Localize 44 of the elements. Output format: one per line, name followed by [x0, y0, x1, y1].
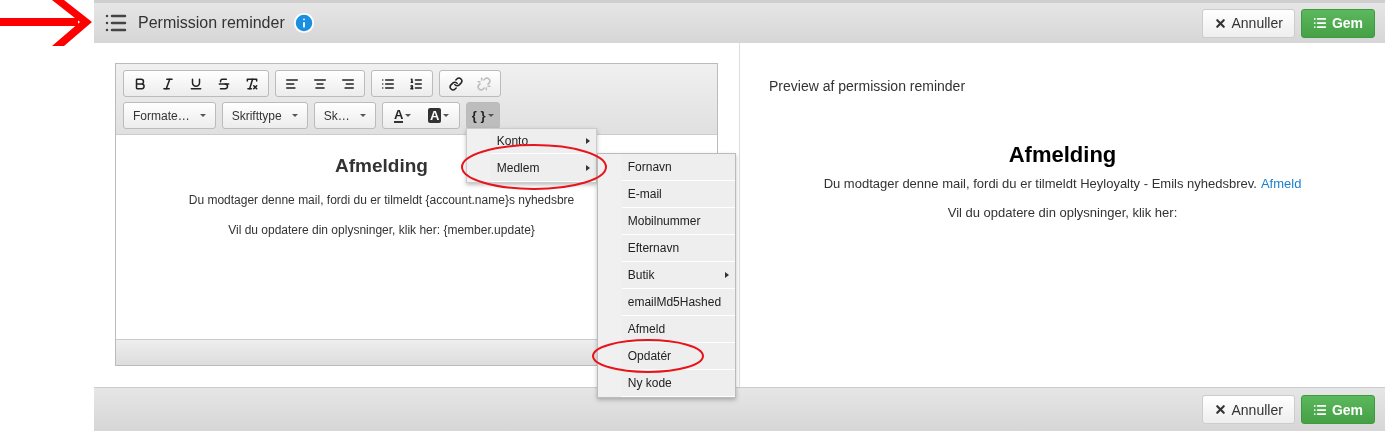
align-right-icon: [341, 76, 355, 91]
list-icon: [1312, 16, 1327, 30]
menu-item[interactable]: Medlem: [490, 154, 596, 182]
background-color-button[interactable]: A: [420, 103, 457, 128]
clear-format-icon: [245, 76, 259, 91]
menu-item[interactable]: Konto: [490, 129, 596, 154]
cancel-button[interactable]: Annuller: [1201, 395, 1295, 424]
close-icon: [1213, 16, 1227, 30]
unsubscribe-link[interactable]: Afmeld: [1260, 176, 1302, 191]
bullet-list-icon: [381, 76, 395, 91]
preview-paragraph: Du modtager denne mail, fordi du er tilmeldt Heyloyalty - Emils nyhedsbrev.: [823, 176, 1257, 191]
info-icon[interactable]: [292, 12, 315, 34]
align-center-icon: [313, 76, 327, 91]
menu-item[interactable]: Butik: [621, 262, 735, 289]
menu-item[interactable]: E-mail: [621, 181, 735, 208]
toolbar-dropdown[interactable]: Formate…: [123, 102, 216, 129]
page-title: Permission reminder: [138, 14, 285, 32]
preview-heading: Afmelding: [1007, 142, 1118, 168]
numbered-list-icon: [409, 76, 423, 91]
unlink-icon: [477, 76, 491, 91]
toolbar-dropdown[interactable]: Sk…: [313, 102, 376, 129]
email-paragraph: Vil du opdatere din oplysninger, klik her: {member.update}: [228, 223, 535, 237]
bold-icon: [133, 76, 147, 91]
email-heading: Afmelding: [335, 155, 428, 177]
toolbar-dropdown[interactable]: Skrifttype: [221, 102, 308, 129]
close-icon: [1213, 403, 1227, 416]
email-paragraph: Du modtager denne mail, fordi du er tilmeldt {account.name}s nyhedsbre: [188, 193, 575, 207]
link-icon: [449, 76, 463, 91]
cancel-button[interactable]: Annuller: [1201, 8, 1295, 38]
list-icon: [1312, 402, 1327, 417]
menu-item[interactable]: Afmeld: [621, 316, 735, 343]
align-left-icon: [285, 76, 299, 91]
preview-title: Preview af permission reminder: [769, 78, 967, 94]
underline-icon: [189, 76, 203, 91]
menu-item[interactable]: emailMd5Hashed: [621, 289, 735, 316]
menu-item[interactable]: Fornavn: [621, 154, 735, 181]
menu-item[interactable]: Efternavn: [621, 235, 735, 262]
text-color-button[interactable]: A: [384, 103, 421, 128]
menu-item[interactable]: Opdatér: [621, 343, 735, 370]
italic-icon: [161, 76, 175, 91]
menu-item[interactable]: Ny kode: [621, 370, 735, 397]
preview-paragraph: Vil du opdatere din oplysninger, klik her:: [946, 205, 1179, 220]
menu-item[interactable]: Mobilnummer: [621, 208, 735, 235]
strikethrough-icon: [217, 76, 231, 91]
